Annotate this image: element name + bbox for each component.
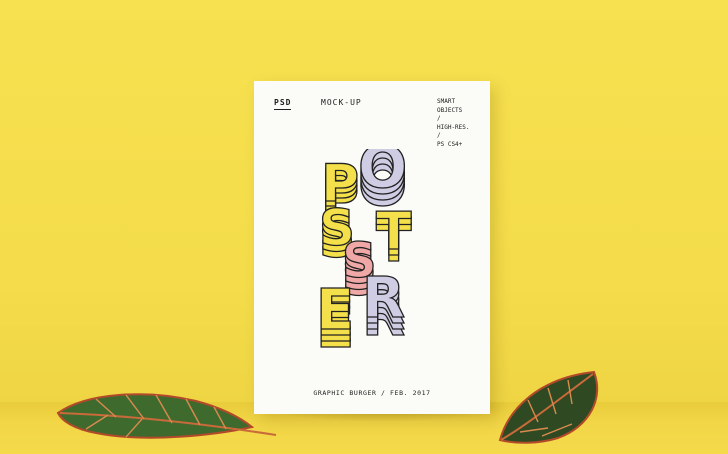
spec-line: OBJECTS [437, 106, 463, 114]
spec-line: / [437, 115, 441, 122]
leaf-icon [56, 393, 277, 439]
poster-specs: SMART OBJECTS / HIGH-RES. / PS CS4+ [437, 98, 470, 149]
poster-brand: PSD [274, 98, 292, 110]
svg-text:E: E [318, 278, 354, 343]
leaf-icon [498, 370, 599, 444]
letter-e: E E E E [318, 277, 355, 349]
poster: PSD MOCK-UP SMART OBJECTS / HIGH-RES. / … [254, 81, 490, 414]
spec-line: / [437, 132, 441, 139]
letter-t: T T T [375, 201, 412, 274]
letter-r: R R R R [361, 265, 405, 349]
svg-text:T: T [376, 202, 412, 262]
svg-text:R: R [362, 266, 405, 331]
poster-header: MOCK-UP [321, 98, 362, 107]
poster-footer: GRAPHIC BURGER / FEB. 2017 [313, 389, 431, 397]
spec-line: HIGH-RES. [437, 123, 470, 131]
spec-line: PS CS4+ [437, 140, 463, 148]
svg-text:O: O [358, 149, 407, 201]
spec-line: SMART [437, 98, 456, 105]
poster-typography: P P P P O O O O S S S T T T S S S S E E … [318, 149, 413, 349]
